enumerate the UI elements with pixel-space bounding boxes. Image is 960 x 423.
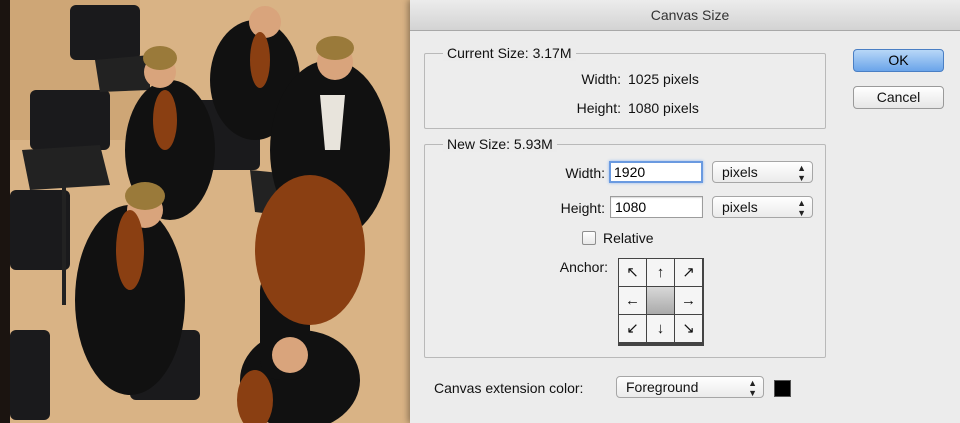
anchor-top-icon[interactable]: ↑ — [647, 259, 674, 286]
current-size-group: Current Size: 3.17M Width: 1025 pixels H… — [424, 45, 826, 129]
extension-color-select[interactable]: Foreground ▲ ▼ — [616, 376, 764, 398]
anchor-bottom-icon[interactable]: ↓ — [647, 315, 674, 342]
select-arrows-icon: ▲ ▼ — [797, 198, 806, 218]
dialog-title: Canvas Size — [650, 7, 730, 23]
ok-button[interactable]: OK — [853, 49, 944, 72]
width-unit-value: pixels — [722, 164, 758, 180]
relative-checkbox[interactable] — [582, 231, 596, 245]
height-unit-value: pixels — [722, 199, 758, 215]
new-size-title: New Size: 5.93M — [443, 136, 557, 152]
relative-label[interactable]: Relative — [603, 230, 654, 246]
extension-color-swatch[interactable] — [774, 380, 791, 397]
canvas-size-dialog: Canvas Size Current Size: 3.17M Width: 1… — [410, 0, 960, 423]
current-width-label: Width: — [581, 71, 621, 87]
new-width-input[interactable]: 1920 — [609, 161, 703, 183]
anchor-top-right-icon[interactable]: ↗ — [675, 259, 702, 286]
dialog-titlebar[interactable]: Canvas Size — [410, 0, 960, 31]
select-arrows-icon: ▲ ▼ — [797, 163, 806, 183]
width-unit-select[interactable]: pixels ▲ ▼ — [712, 161, 813, 183]
anchor-label: Anchor: — [559, 259, 608, 275]
current-height-value: 1080 pixels — [628, 100, 699, 116]
anchor-bottom-left-icon[interactable]: ↙ — [619, 315, 646, 342]
extension-color-value: Foreground — [626, 379, 699, 395]
background-photo — [0, 0, 410, 423]
current-height-label: Height: — [576, 100, 621, 116]
new-height-label: Height: — [560, 200, 605, 216]
cancel-button[interactable]: Cancel — [853, 86, 944, 109]
orchestra-photo — [0, 0, 410, 423]
anchor-top-left-icon[interactable]: ↖ — [619, 259, 646, 286]
anchor-left-icon[interactable]: ← — [619, 287, 646, 314]
height-unit-select[interactable]: pixels ▲ ▼ — [712, 196, 813, 218]
extension-color-label: Canvas extension color: — [434, 380, 584, 396]
current-width-value: 1025 pixels — [628, 71, 699, 87]
new-height-input[interactable]: 1080 — [610, 196, 703, 218]
current-size-title: Current Size: 3.17M — [443, 45, 576, 61]
select-arrows-icon: ▲ ▼ — [748, 378, 757, 398]
new-width-label: Width: — [565, 165, 605, 181]
anchor-right-icon[interactable]: → — [675, 287, 702, 314]
anchor-bottom-right-icon[interactable]: ↘ — [675, 315, 702, 342]
anchor-center-cell[interactable] — [647, 287, 674, 314]
anchor-grid: ↖ ↑ ↗ ← → ↙ ↓ ↘ — [618, 258, 704, 346]
